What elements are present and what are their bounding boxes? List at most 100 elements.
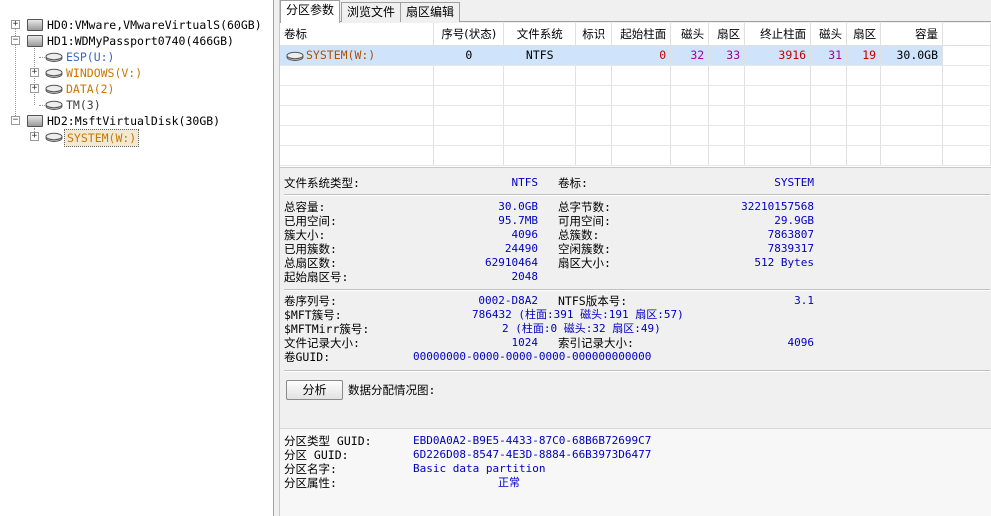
tree-partition-label: TM(3) [66,98,101,112]
gpt-info-section: 分区类型 GUID: EBD0A0A2-B9E5-4433-87C0-68B6B… [280,428,991,516]
collapse-icon[interactable]: − [11,36,20,45]
analyze-button[interactable]: 分析 [286,380,343,400]
total-sectors-label: 总扇区数: [284,256,337,270]
partition-guid-value: 6D226D08-8547-4E3D-8884-66B3973D6477 [413,448,652,461]
column-header-volume[interactable]: 卷标 [280,23,435,46]
column-header-start-sector[interactable]: 扇区 [708,23,746,46]
partition-table: 卷标 序号(状态) 文件系统 标识 起始柱面 磁头 扇区 终止柱面 磁头 扇区 … [280,23,991,168]
cell-flag [575,45,613,66]
volume-guid-value: 00000000-0000-0000-0000-000000000000 [413,350,652,363]
section-divider [284,194,990,196]
expand-icon[interactable]: + [30,132,39,141]
expand-icon[interactable]: + [30,84,39,93]
table-row-empty [280,145,991,166]
disk-tree[interactable]: + HD0:VMware,VMwareVirtualS(60GB) − HD1:… [0,0,274,516]
cell-capacity: 30.0GB [880,45,944,66]
free-clusters-value: 7839317 [767,242,814,255]
tree-partition-label-selected: SYSTEM(W:) [64,129,140,147]
tree-disk-hd0[interactable]: + HD0:VMware,VMwareVirtualS(60GB) [0,17,273,33]
partition-attr-value: 正常 [498,476,520,489]
diskgenius-window: + HD0:VMware,VMwareVirtualS(60GB) − HD1:… [0,0,991,516]
table-row[interactable]: SYSTEM(W:) 0 NTFS 0 32 33 3916 31 19 30.… [280,45,991,66]
partition-icon [286,51,304,61]
serial-label: 卷序列号: [284,294,337,308]
free-space-label: 可用空间: [558,214,611,228]
mft-cluster-value: 786432 (柱面:391 磁头:191 扇区:57) [472,308,684,321]
expand-icon[interactable]: + [11,20,20,29]
column-header-filler [942,23,991,46]
collapse-icon[interactable]: − [11,116,20,125]
cell-end-cyl: 3916 [744,45,812,66]
cell-end-sector: 19 [846,45,882,66]
cell-filler [942,45,991,66]
tree-disk-label: HD2:MsftVirtualDisk(30GB) [47,114,221,128]
tree-partition-data[interactable]: + DATA(2) [0,81,273,97]
column-header-end-head[interactable]: 磁头 [810,23,848,46]
tab-bar: 分区参数 浏览文件 扇区编辑 [280,0,991,23]
free-clusters-label: 空闲簇数: [558,242,611,256]
distribution-graph [280,408,991,426]
partition-info-panel: 文件系统类型: NTFS 卷标: SYSTEM 总容量: 30.0GB 总字节数… [280,170,991,516]
tree-partition-windows[interactable]: + WINDOWS(V:) [0,65,273,81]
tree-disk-hd2[interactable]: − HD2:MsftVirtualDisk(30GB) [0,113,273,129]
tree-partition-esp[interactable]: ESP(U:) [0,49,273,65]
partition-icon [45,132,63,142]
ntfs-version-label: NTFS版本号: [558,294,628,308]
table-row-empty [280,85,991,106]
mftmirr-cluster-label: $MFTMirr簇号: [284,322,370,336]
cell-start-cyl: 0 [611,45,672,66]
sector-size-value: 512 Bytes [754,256,814,269]
distribution-label: 数据分配情况图: [348,383,436,397]
sector-size-label: 扇区大小: [558,256,611,270]
total-bytes-label: 总字节数: [558,200,611,214]
volume-label-label: 卷标: [558,176,588,190]
cell-volume: SYSTEM(W:) [280,45,435,66]
tree-disk-label: HD1:WDMyPassport0740(466GB) [47,34,234,48]
cell-fs: NTFS [503,45,577,66]
column-header-end-sector[interactable]: 扇区 [846,23,882,46]
free-space-value: 29.9GB [774,214,814,227]
right-pane: 分区参数 浏览文件 扇区编辑 卷标 序号(状态) 文件系统 标识 起始柱面 磁头 [280,0,991,516]
column-header-index[interactable]: 序号(状态) [433,23,505,46]
partition-icon [45,100,63,110]
used-clusters-value: 24490 [504,242,538,255]
column-header-fs[interactable]: 文件系统 [503,23,577,46]
start-sector-value: 2048 [511,270,539,283]
tree-disk-label: HD0:VMware,VMwareVirtualS(60GB) [47,18,262,32]
tree-partition-system[interactable]: + SYSTEM(W:) [0,129,273,147]
table-header-row: 卷标 序号(状态) 文件系统 标识 起始柱面 磁头 扇区 终止柱面 磁头 扇区 … [280,23,991,46]
column-header-start-head[interactable]: 磁头 [670,23,710,46]
column-header-start-cyl[interactable]: 起始柱面 [611,23,672,46]
partition-name-value: Basic data partition [413,462,546,475]
tab-browse-files[interactable]: 浏览文件 [341,2,402,22]
total-capacity-label: 总容量: [284,200,326,214]
tab-sector-edit[interactable]: 扇区编辑 [400,2,461,22]
hard-disk-icon [27,115,43,127]
tree-disk-hd1[interactable]: − HD1:WDMyPassport0740(466GB) [0,33,273,49]
total-bytes-value: 32210157568 [741,200,814,213]
used-space-label: 已用空间: [284,214,337,228]
tab-partition-params[interactable]: 分区参数 [280,0,341,23]
column-header-end-cyl[interactable]: 终止柱面 [744,23,812,46]
used-clusters-label: 已用簇数: [284,242,337,256]
volume-label-value: SYSTEM [774,176,814,189]
section-divider [284,370,990,372]
hard-disk-icon [27,19,43,31]
column-header-flag[interactable]: 标识 [575,23,613,46]
column-header-capacity[interactable]: 容量 [880,23,944,46]
start-sector-label: 起始扇区号: [284,270,349,284]
mftmirr-cluster-value: 2 (柱面:0 磁头:32 扇区:49) [502,322,661,335]
expand-icon[interactable]: + [30,68,39,77]
total-sectors-value: 62910464 [485,256,538,269]
partition-guid-label: 分区 GUID: [284,448,349,462]
record-size-value: 1024 [511,336,539,349]
partition-icon [45,84,63,94]
record-size-label: 文件记录大小: [284,336,360,350]
table-row-empty [280,125,991,146]
tree-partition-tm[interactable]: TM(3) [0,97,273,113]
hard-disk-icon [27,35,43,47]
cell-start-head: 32 [670,45,710,66]
total-clusters-value: 7863807 [767,228,814,241]
table-row-empty [280,65,991,86]
tree-partition-label: DATA(2) [66,82,115,96]
